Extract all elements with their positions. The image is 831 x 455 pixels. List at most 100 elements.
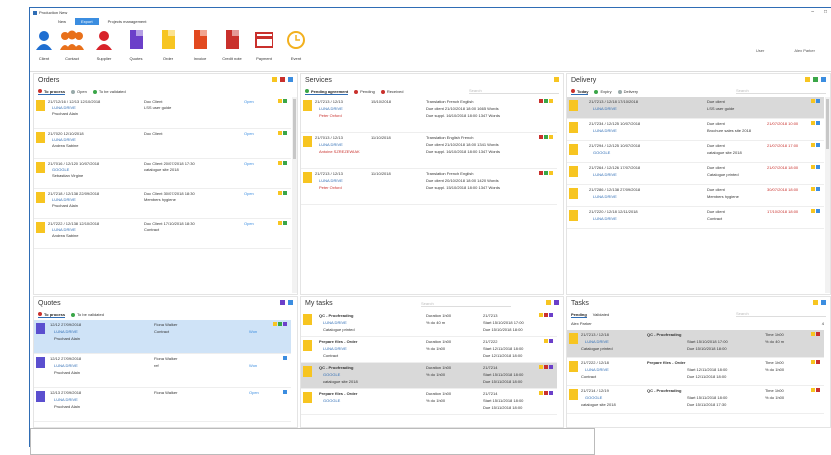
orders-scrollbar[interactable] [292,97,297,293]
delivery-row[interactable]: 21/7286 / 12/138 27/09/2018 LUNA DRIVE D… [567,185,824,207]
task-start: Start 15/11/2018 18:00 [687,395,728,400]
delivery-row[interactable]: 21/7264 / 12/126 17/07/2018 LUNA DRIVE D… [567,163,824,185]
tasks-filter-icon[interactable] [821,300,826,305]
services-tab-pending-agreement[interactable]: Pending agreement [305,89,349,95]
client-button[interactable]: Client [30,30,58,66]
delivery-ref: 21/7294 / 12/125 10/07/2018 [589,143,641,148]
info-tag-icon [816,143,820,147]
task-note: Catalogue printed [581,346,613,351]
delivery-client: LUNA DRIVE [593,194,617,199]
task-time: Time 1h00 [765,360,784,365]
service-row[interactable]: 21/7213 / 12/13 11/10/2018 Translation F… [301,169,557,205]
tasks-tab-pending[interactable]: Pending [571,312,587,318]
task-row[interactable]: QC - Proofreading LUNA DRIVE Catalogue p… [301,311,557,337]
orders-refresh-icon[interactable] [280,77,285,82]
credit-note-button[interactable]: Credit note [218,30,246,66]
user-name-field[interactable]: Alex Parker [794,48,815,53]
my-tasks-doc-icon[interactable] [554,300,559,305]
folder-tag-icon [811,332,815,336]
order-row[interactable]: 21/7218 / 12/138 22/09/2018 LUNA DRIVE P… [34,189,291,219]
order-status: Open [244,191,254,196]
quotes-tab-to-be-validated[interactable]: To be validated [71,312,104,317]
orders-folder-icon[interactable] [272,77,277,82]
delivery-tab-today[interactable]: Today [571,89,589,95]
event-icon [287,30,305,50]
tasks-folder-icon[interactable] [813,300,818,305]
delivery-row[interactable]: 21/7220 / 12/18 12/11/2018 LUNA DRIVE Du… [567,207,824,229]
tasks-user-filter[interactable]: Alex Parker 4 [571,321,824,329]
tasks-tab-validated[interactable]: Validated [593,312,609,317]
invoice-button[interactable]: Invoice [186,30,214,66]
task-row[interactable]: 21/7222 / 12/18 LUNA DRIVE Contract Prep… [567,358,824,386]
my-tasks-search-input[interactable]: Search [421,301,511,307]
delivery-row[interactable]: 21/7294 / 12/125 10/07/2018 GOOGLE Due c… [567,141,824,163]
delivery-row[interactable]: 21/7213 / 12/18 17/10/2018 LUNA DRIVE Du… [567,97,824,119]
quotes-button[interactable]: Quotes [122,30,150,66]
order-button[interactable]: Order [154,30,182,66]
services-tab-pending[interactable]: Pending [354,89,375,94]
delivery-filter-icon[interactable] [821,77,826,82]
order-row[interactable]: 21/712/16 / 12/13 12/10/2018 LUNA DRIVE … [34,97,291,129]
delivery-due: Due client [707,99,725,104]
task-row[interactable]: 21/7213 / 12/18 LUNA DRIVE Catalogue pri… [567,330,824,358]
orders-tab-open[interactable]: Open [71,89,87,94]
menu-export[interactable]: Export [75,18,99,25]
delivery-check-icon[interactable] [813,77,818,82]
delivery-row[interactable]: 21/7234 / 12/125 10/07/2018 LUNA DRIVE D… [567,119,824,141]
contact-button[interactable]: Contact [58,30,86,66]
task-folder-icon [303,366,312,377]
quotes-doc-icon[interactable] [280,300,285,305]
order-note: catalogue site 2018 [144,167,179,172]
delivery-scrollbar[interactable] [825,97,830,293]
task-row[interactable]: Prepare files - Order GOOGLE Duration 1h… [301,389,557,415]
minimize-button[interactable]: – [811,9,814,15]
heart-icon [539,135,543,139]
service-row[interactable]: 21/7013 / 12/13 11/10/2018 Translation E… [301,133,557,169]
task-row[interactable]: 21/7214 / 12/19 GOOGLE catalogue site 20… [567,386,824,414]
tasks-search-input[interactable]: Search [736,311,826,317]
quote-row[interactable]: 12/13 27/09/2018 LUNA DRIVE Pruchard Ala… [34,388,291,422]
service-due-client: Due client 20/10/2018 18:00 1420 Words [426,178,499,183]
delivery-tab-expiry[interactable]: Expiry [594,89,612,94]
ribbon: Client Contact Supplier Quotes Order Inv… [30,28,831,72]
delivery-search-input[interactable]: Search [736,88,826,94]
maximize-button[interactable]: □ [824,9,827,15]
supplier-button[interactable]: Supplier [90,30,118,66]
folder-tag-icon [811,121,815,125]
service-client: LUNA DRIVE [319,142,343,147]
delivery-folder-icon [569,188,578,199]
service-row[interactable]: 21/7213 / 12/13 15/10/2018 Translation F… [301,97,557,133]
service-ref: 21/7013 / 12/13 [315,135,343,140]
quote-row[interactable]: 12/12 27/09/2018 LUNA DRIVE Pruchard Ala… [34,320,291,354]
services-search-input[interactable]: Search [469,88,559,94]
order-row[interactable]: 21/7222 / 12/138 12/10/2018 LUNA DRIVE A… [34,219,291,249]
order-row[interactable]: 21/7020 12/10/2018 LUNA DRIVE Andrea Sab… [34,129,291,159]
task-row[interactable]: QC - Proofreading GOOGLE catalogue site … [301,363,557,389]
orders-tab-to-be-validated[interactable]: To be validated [92,89,126,94]
services-tab-received[interactable]: Received [380,89,404,94]
delivery-tab-delivery[interactable]: Delivery [617,89,638,94]
orders-title: Orders [38,77,60,84]
payment-button[interactable]: Payment [250,30,278,66]
services-panel: Services Pending agreement Pending Recei… [300,73,564,295]
alert-tag-icon [816,360,820,364]
orders-tab-to-process[interactable]: To process [38,89,66,95]
services-folder-icon[interactable] [554,77,559,82]
task-name: QC - Proofreading [647,332,682,337]
delivery-note: catalogue site 2018 [707,150,742,155]
folder-tag-icon [539,391,543,395]
folder-tag-icon [811,99,815,103]
delivery-folder-icon[interactable] [805,77,810,82]
my-tasks-folder-icon[interactable] [546,300,551,305]
orders-filter-icon[interactable] [288,77,293,82]
order-row[interactable]: 21/7016 / 12/120 10/07/2018 GOOGLE Sebas… [34,159,291,189]
event-button[interactable]: Event [282,30,310,66]
info-tag-icon [816,121,820,125]
menu-new[interactable]: New [52,18,72,25]
quotes-filter-icon[interactable] [288,300,293,305]
menu-projects-management[interactable]: Projects management [102,18,153,25]
quotes-tab-to-process[interactable]: To process [38,312,66,318]
quote-row[interactable]: 12/12 27/09/2018 LUNA DRIVE Pruchard Ala… [34,354,291,388]
alert-tag-icon [816,332,820,336]
task-row[interactable]: Prepare files - Order LUNA DRIVE Contrac… [301,337,557,363]
